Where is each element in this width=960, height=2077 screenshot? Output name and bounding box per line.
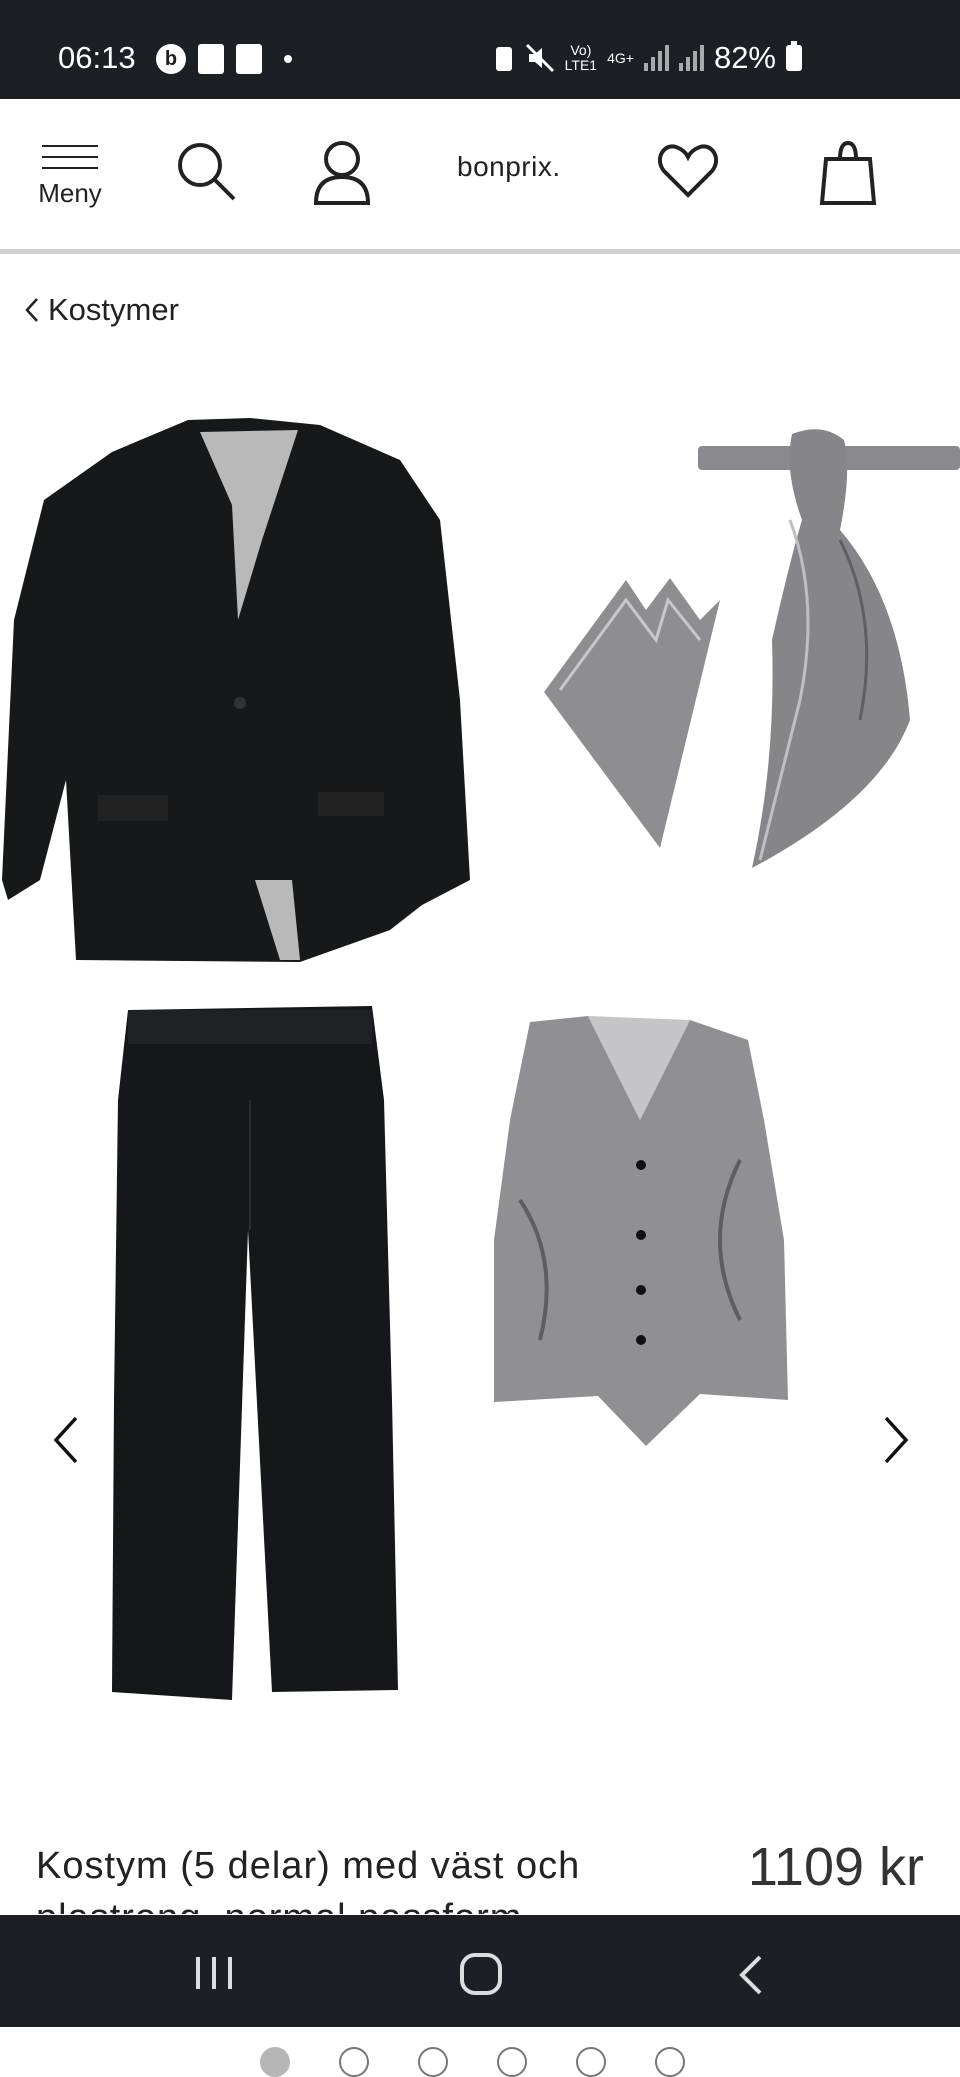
- menu-button[interactable]: Meny: [34, 145, 106, 209]
- vest-illustration: [494, 1016, 788, 1446]
- status-time: 06:13: [58, 40, 136, 75]
- chevron-left-icon: [25, 298, 38, 322]
- wishlist-heart-icon[interactable]: [656, 139, 720, 203]
- hamburger-icon: [34, 145, 106, 169]
- jacket-illustration: [2, 418, 470, 962]
- gallery-dot[interactable]: [497, 2047, 527, 2077]
- breadcrumb-label: Kostymer: [48, 292, 179, 327]
- home-icon[interactable]: [458, 1951, 504, 1997]
- system-navigation-bar: [0, 1915, 960, 2027]
- gallery-dot[interactable]: [655, 2047, 685, 2077]
- mute-icon: [525, 43, 554, 73]
- trousers-illustration: [112, 1006, 398, 1700]
- notification-icons: b: [156, 44, 292, 74]
- gallery-prev-arrow-icon[interactable]: [46, 1410, 86, 1470]
- gallery-dot[interactable]: [418, 2047, 448, 2077]
- gallery-pagination: [260, 2047, 685, 2077]
- volte-indicator: Vo) LTE1: [564, 42, 598, 73]
- network-type: 4G+: [607, 49, 634, 66]
- b-icon: b: [156, 44, 186, 74]
- battery-percent: 82%: [713, 40, 776, 75]
- breadcrumb-back-link[interactable]: Kostymer: [24, 292, 179, 328]
- product-price: 1109 kr: [747, 1837, 924, 1897]
- gallery-dot[interactable]: [339, 2047, 369, 2077]
- back-icon[interactable]: [736, 1953, 766, 1997]
- gallery-dot[interactable]: [260, 2047, 290, 2077]
- cravat-illustration: [698, 429, 960, 868]
- system-icons: Vo) LTE1 4G+ 82%: [493, 40, 802, 76]
- menu-label: Meny: [38, 178, 102, 208]
- doc-icon: [236, 44, 262, 74]
- product-title: Kostym (5 delar) med väst och plastrong,…: [36, 1845, 581, 1914]
- signal-icon: [643, 45, 669, 71]
- pdf-icon: [198, 44, 224, 74]
- gallery-dot[interactable]: [576, 2047, 606, 2077]
- recent-apps-icon[interactable]: [192, 1953, 238, 1993]
- bonprix-logo[interactable]: bonprix.: [457, 151, 561, 183]
- signal-icon-2: [678, 45, 704, 71]
- battery-icon: [786, 41, 802, 71]
- more-notifications-icon: [284, 55, 292, 63]
- product-image-gallery[interactable]: [0, 380, 960, 2077]
- account-icon[interactable]: [310, 139, 374, 207]
- shopping-bag-icon[interactable]: [818, 139, 878, 207]
- site-header: Meny bonprix.: [0, 99, 960, 254]
- status-bar: 06:13 b Vo) LTE1 4G+ 82%: [0, 0, 960, 99]
- product-image: [2, 418, 960, 1700]
- pocket-square-illustration: [544, 578, 720, 848]
- battery-saver-icon: [495, 47, 512, 71]
- search-icon[interactable]: [174, 139, 238, 203]
- gallery-next-arrow-icon[interactable]: [876, 1410, 916, 1470]
